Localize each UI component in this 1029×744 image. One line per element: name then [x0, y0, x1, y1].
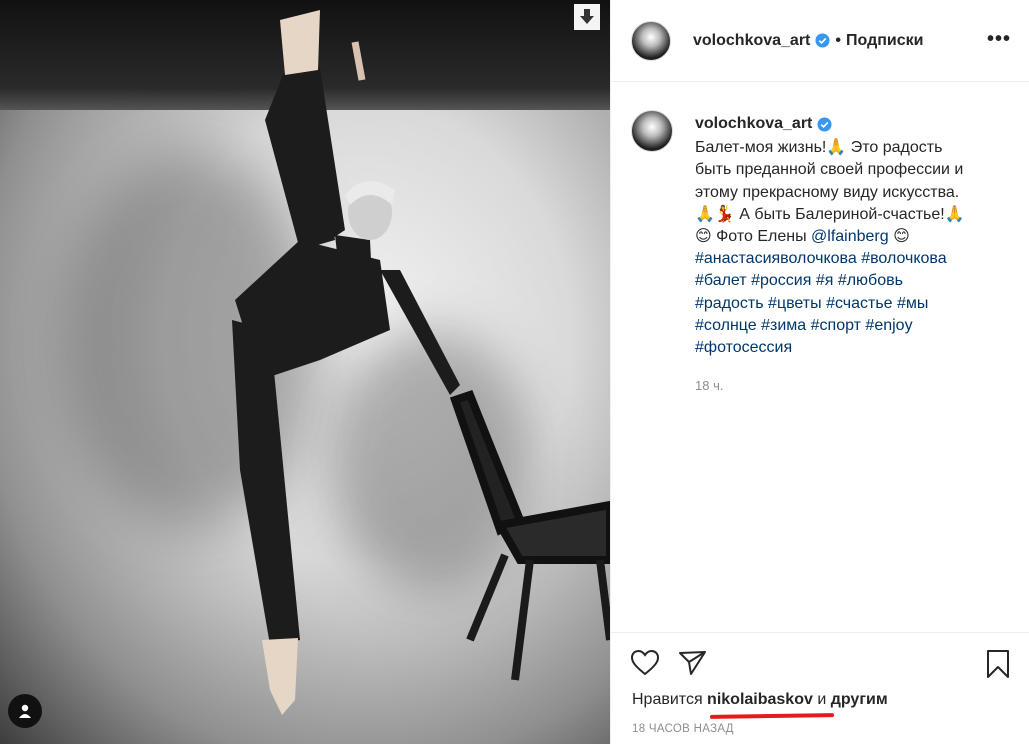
caption-body: volochkova_art Балет-моя жизнь!🙏 Это рад…: [695, 110, 1005, 397]
avatar[interactable]: [631, 20, 671, 61]
caption-line: Балет-моя жизнь!🙏 Это радость: [695, 139, 943, 157]
red-underline-annotation: [709, 713, 835, 719]
liker-username[interactable]: nikolaibaskov: [707, 691, 813, 708]
user-tag-icon[interactable]: [8, 694, 42, 728]
bookmark-icon[interactable]: [985, 649, 1011, 679]
caption-relative-time[interactable]: 18 ч.: [695, 375, 1005, 397]
likes-prefix: Нравится: [632, 691, 708, 708]
verified-badge-icon: [815, 33, 830, 48]
hashtag-line[interactable]: #фотосессия: [695, 337, 1005, 359]
caption-line: этому прекрасному виду искусства.: [695, 183, 960, 201]
hashtag-line[interactable]: #анастасияволочкова #волочкова: [695, 248, 1005, 270]
caption-username[interactable]: volochkova_art: [695, 113, 812, 135]
verified-badge-icon: [817, 117, 832, 132]
caption-suffix: 😊: [888, 228, 910, 246]
download-arrow-icon[interactable]: [574, 4, 600, 30]
caption-line: быть преданной своей профессии и: [695, 161, 964, 179]
heart-icon[interactable]: [630, 649, 660, 677]
more-options-icon[interactable]: •••: [987, 28, 1011, 51]
action-icons: [630, 649, 708, 677]
caption-avatar[interactable]: [631, 110, 673, 152]
header-user-block: volochkova_art • Подписки: [693, 32, 923, 50]
chair-silhouette: [449, 390, 610, 681]
likes-connector: и: [812, 691, 831, 708]
caption-comment: volochkova_art Балет-моя жизнь!🙏 Это рад…: [631, 110, 1005, 397]
caption-line-mention: 😊 Фото Елены @lfainberg 😊: [695, 226, 1005, 248]
likes-others-link[interactable]: другим: [831, 691, 888, 708]
follow-status-button[interactable]: Подписки: [846, 32, 923, 50]
post-photo[interactable]: [0, 0, 610, 744]
caption-username-row: volochkova_art: [695, 113, 1005, 135]
post-header: volochkova_art • Подписки •••: [611, 0, 1029, 82]
post-timestamp[interactable]: 18 ЧАСОВ НАЗАД: [632, 723, 734, 735]
likes-summary: Нравится nikolaibaskov и другим: [632, 691, 888, 709]
paper-plane-icon[interactable]: [678, 649, 708, 677]
separator-dot: •: [835, 31, 841, 49]
mention-link[interactable]: @lfainberg: [811, 228, 889, 245]
caption-line: 😊 Фото Елены: [695, 228, 812, 246]
header-username[interactable]: volochkova_art: [693, 32, 810, 50]
ballerina-figure: [232, 10, 610, 715]
hashtag-line[interactable]: #балет #россия #я #любовь: [695, 270, 1005, 292]
caption-line: 🙏💃 А быть Балериной-счастье!🙏: [695, 205, 965, 223]
hashtag-line[interactable]: #солнце #зима #спорт #enjoy: [695, 315, 1005, 337]
hashtag-line[interactable]: #радость #цветы #счастье #мы: [695, 293, 1005, 315]
post-actions: Нравится nikolaibaskov и другим 18 ЧАСОВ…: [610, 632, 1029, 744]
